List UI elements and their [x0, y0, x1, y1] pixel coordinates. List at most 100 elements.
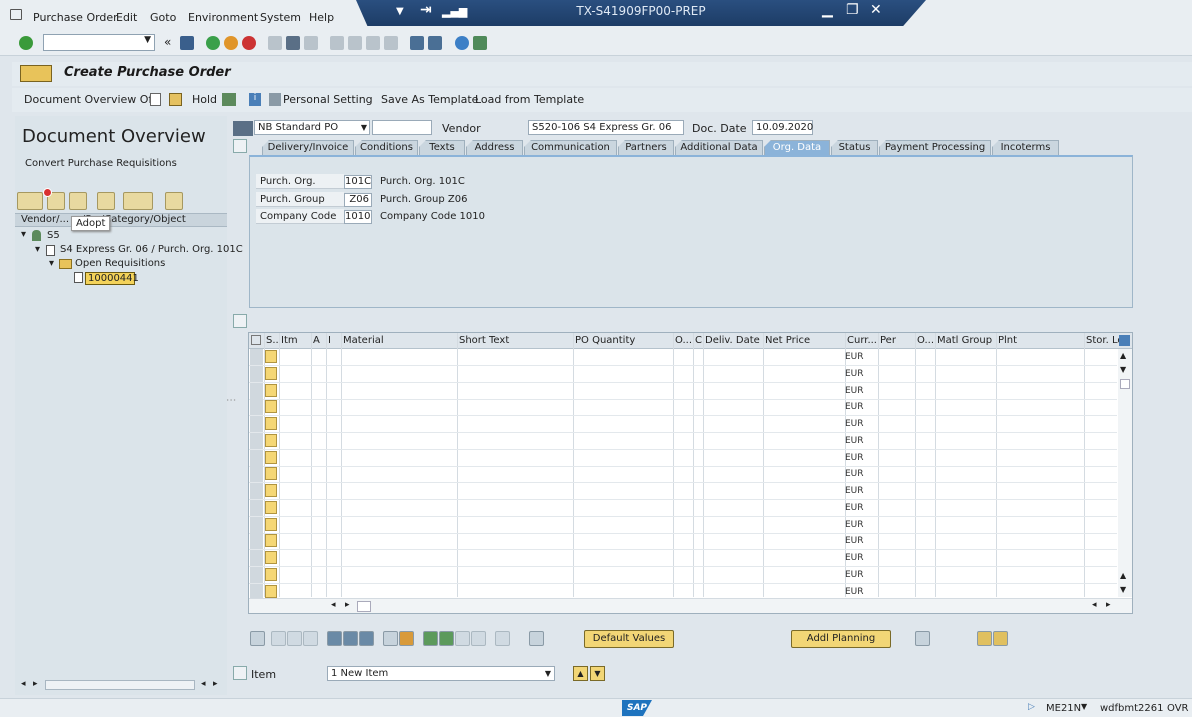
menu-environment[interactable]: Environment [188, 11, 258, 24]
menu-purchase-order[interactable]: Purchase Order [33, 11, 118, 24]
col-per[interactable]: Per [880, 335, 896, 346]
layout-icon[interactable] [529, 631, 544, 646]
prev-item-icon[interactable] [977, 631, 992, 646]
col-status[interactable]: S.. [266, 335, 279, 346]
menu-system[interactable]: System [260, 11, 301, 24]
sort-ascending-icon[interactable] [423, 631, 438, 646]
help-icon[interactable] [455, 36, 469, 50]
tab-incoterms[interactable]: Incoterms [992, 140, 1059, 155]
tree-expand-icon[interactable]: ▾ [21, 229, 26, 240]
row-selector[interactable] [250, 416, 263, 432]
tab-additional-data[interactable]: Additional Data [675, 140, 763, 155]
doc-date-field[interactable]: 10.09.2020 [752, 120, 813, 135]
row-currency[interactable]: EUR [845, 453, 864, 463]
cart-icon[interactable] [233, 121, 253, 136]
row-currency[interactable]: EUR [845, 570, 864, 580]
tab-conditions[interactable]: Conditions [355, 140, 418, 155]
first-page-icon[interactable] [330, 36, 344, 50]
col-item[interactable]: Itm [281, 335, 298, 346]
row-selector[interactable] [250, 365, 263, 382]
col-deliv-date[interactable]: Deliv. Date [705, 335, 760, 346]
col-currency[interactable]: Curr... [847, 335, 877, 346]
tab-communication[interactable]: Communication [524, 140, 617, 155]
unlock-icon[interactable] [359, 631, 374, 646]
splitter-handle[interactable]: ⋮ [225, 395, 236, 405]
order-type-select[interactable]: NB Standard PO ▼ [254, 120, 370, 135]
table-settings-icon[interactable] [1119, 335, 1130, 346]
row-selector[interactable] [250, 382, 263, 399]
scroll-down-icon[interactable]: ▼ [1120, 585, 1126, 594]
item-up-button[interactable]: ▲ [573, 666, 588, 681]
row-selector[interactable] [250, 466, 263, 483]
item-detail-collapse-icon[interactable] [233, 666, 247, 680]
row-selector[interactable] [250, 566, 263, 583]
new-document-icon[interactable] [150, 93, 161, 106]
doc-overview-off-button[interactable]: Document Overview Off [24, 93, 156, 106]
scroll-right-icon[interactable]: ▸ [213, 679, 218, 689]
tab-status[interactable]: Status [831, 140, 878, 155]
vendor-field[interactable]: S520-106 S4 Express Gr. 06 [528, 120, 684, 135]
minimize-icon[interactable]: ▁ [822, 2, 833, 18]
save-as-template-button[interactable]: Save As Template [381, 93, 478, 106]
horizontal-scrollbar[interactable]: ◂ ▸ ◂ ▸ [249, 598, 1132, 613]
row-currency[interactable]: EUR [845, 369, 864, 379]
account-assignment-icon[interactable] [915, 631, 930, 646]
scroll-right-icon[interactable]: ▸ [345, 600, 350, 610]
scroll-right-icon[interactable]: ▸ [1106, 600, 1111, 610]
chevron-down-icon[interactable]: ▼ [545, 667, 551, 680]
selection-variant-button[interactable] [17, 192, 43, 210]
col-oun[interactable]: O... [675, 335, 692, 346]
table-row[interactable]: EUR [249, 432, 1117, 450]
row-selector[interactable] [250, 516, 263, 533]
scroll-left-icon[interactable]: ◂ [21, 679, 26, 689]
delete-icon[interactable] [327, 631, 342, 646]
row-selector[interactable] [250, 432, 263, 449]
tab-payment-processing[interactable]: Payment Processing [879, 140, 991, 155]
scroll-left-icon[interactable]: ◂ [1092, 600, 1097, 610]
close-icon[interactable]: ✕ [870, 2, 882, 18]
table-row[interactable]: EUR [249, 449, 1117, 467]
col-i[interactable]: I [328, 335, 331, 346]
table-row[interactable]: EUR [249, 365, 1117, 383]
row-currency[interactable]: EUR [845, 402, 864, 412]
filter-icon[interactable] [455, 631, 470, 646]
exit-icon[interactable] [224, 36, 238, 50]
hierarchy-button[interactable] [165, 192, 183, 210]
col-material[interactable]: Material [343, 335, 384, 346]
col-stor-loc[interactable]: Stor. Lo [1086, 335, 1123, 346]
shortcut-icon[interactable] [428, 36, 442, 50]
row-currency[interactable]: EUR [845, 503, 864, 513]
lock-icon[interactable] [343, 631, 358, 646]
row-currency[interactable]: EUR [845, 486, 864, 496]
purch-org-field[interactable]: 101C [344, 175, 372, 189]
scroll-thumb[interactable] [45, 680, 195, 690]
table-row[interactable]: EUR [249, 466, 1117, 484]
row-currency[interactable]: EUR [845, 587, 864, 597]
tree-expand-icon[interactable]: ▾ [35, 244, 40, 255]
scroll-right-icon[interactable]: ▸ [33, 679, 38, 689]
row-selector[interactable] [250, 499, 263, 516]
refresh-button[interactable] [69, 192, 87, 210]
scroll-left-icon[interactable]: ◂ [201, 679, 206, 689]
tree-group-label[interactable]: S4 Express Gr. 06 / Purch. Org. 101C [60, 244, 243, 255]
table-row[interactable]: EUR [249, 566, 1117, 584]
collapse-icon[interactable]: « [164, 35, 171, 49]
sort-descending-icon[interactable] [439, 631, 454, 646]
col-po-quantity[interactable]: PO Quantity [575, 335, 635, 346]
status-play-icon[interactable]: ▷ [1028, 702, 1035, 712]
col-matl-group[interactable]: Matl Group [937, 335, 992, 346]
chevron-down-icon[interactable]: ▼ [361, 121, 367, 134]
find-button[interactable] [97, 192, 115, 210]
paste-icon[interactable] [303, 631, 318, 646]
addl-planning-button[interactable]: Addl Planning [791, 630, 891, 648]
row-selector[interactable] [250, 550, 263, 566]
row-currency[interactable]: EUR [845, 436, 864, 446]
table-row[interactable]: EUR [249, 349, 1117, 366]
tree-folder-label[interactable]: Open Requisitions [75, 258, 165, 269]
tab-org-data[interactable]: Org. Data [764, 140, 830, 155]
table-row[interactable]: EUR [249, 533, 1117, 551]
menu-goto[interactable]: Goto [150, 11, 176, 24]
header-collapse-icon[interactable] [233, 139, 247, 153]
command-field[interactable]: ▼ [43, 34, 155, 51]
order-number-field[interactable] [372, 120, 432, 135]
